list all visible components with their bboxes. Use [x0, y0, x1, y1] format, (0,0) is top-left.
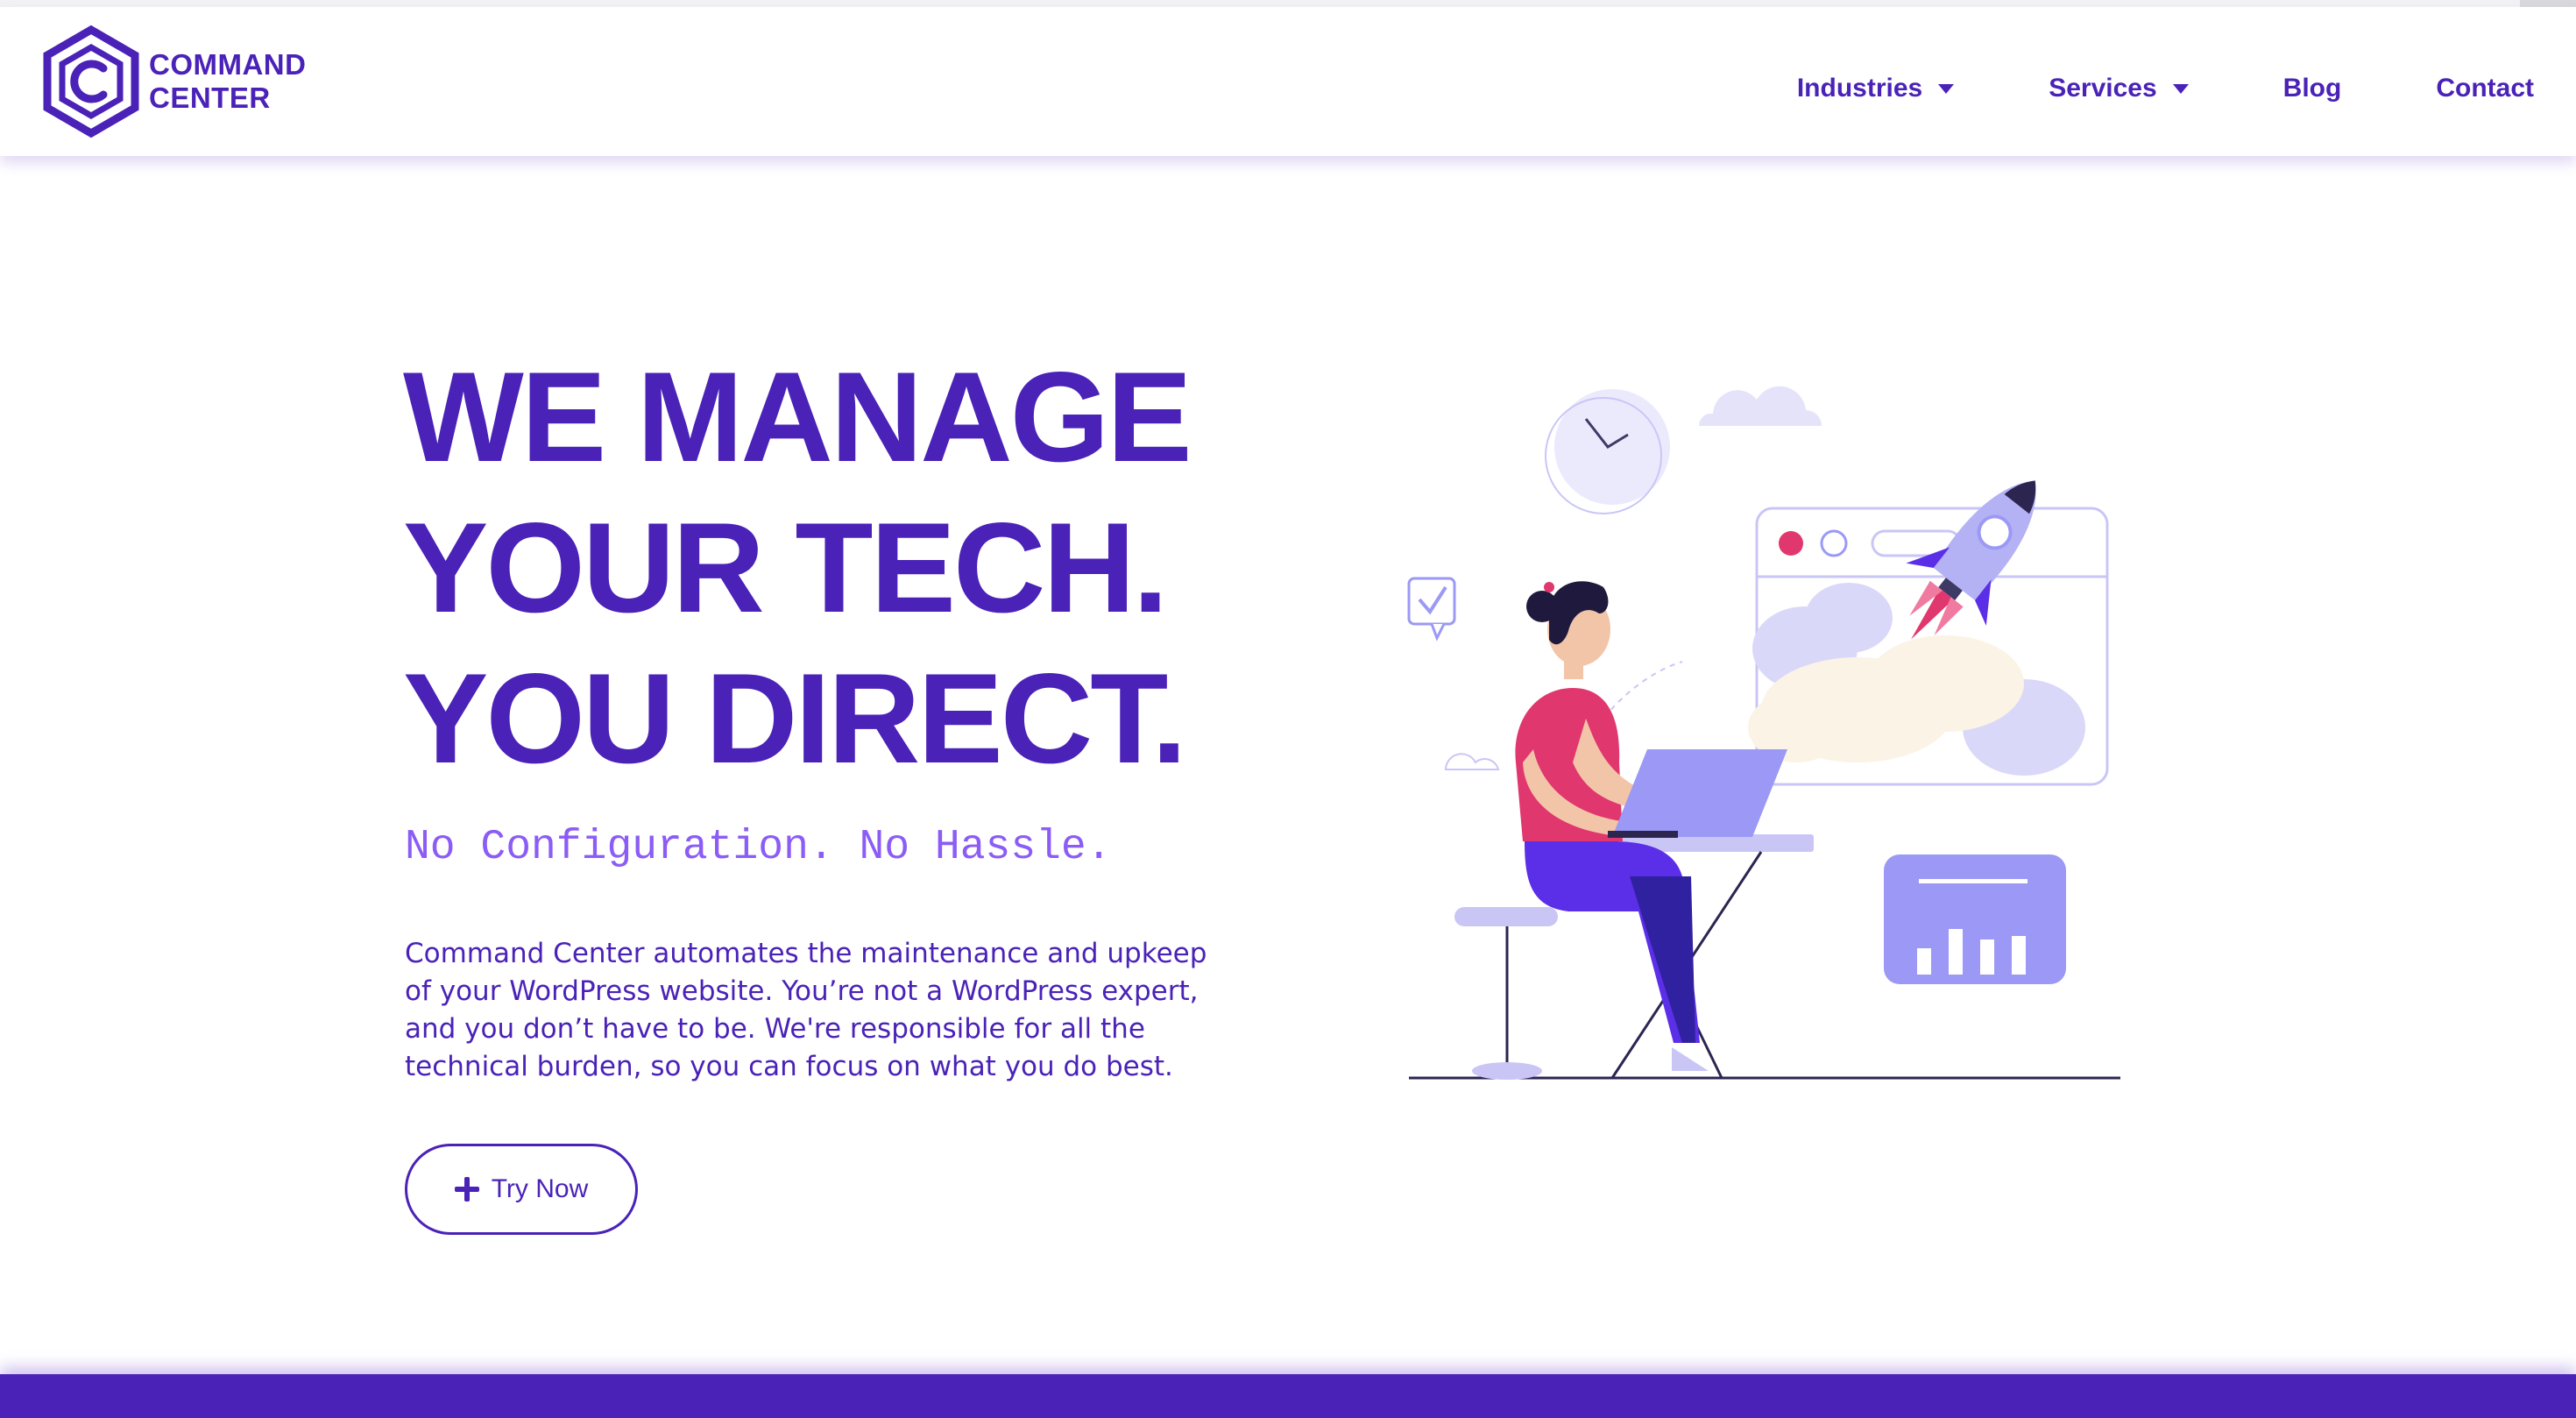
top-strip	[0, 0, 2576, 7]
nav-label-blog: Blog	[2282, 74, 2342, 103]
caret-down-icon	[1938, 83, 1955, 94]
try-now-button[interactable]: Try Now	[405, 1144, 638, 1235]
plus-icon	[454, 1177, 479, 1202]
main-nav: Industries Services Blog Contact	[1702, 68, 2534, 109]
hero-title-line-3: YOU DIRECT.	[403, 647, 1187, 790]
hero-subheading: No Configuration. No Hassle.	[405, 824, 1112, 871]
nav-item-blog[interactable]: Blog	[2283, 74, 2342, 103]
hero-title: WE MANAGE YOUR TECH. YOU DIRECT.	[403, 342, 1244, 794]
brand-wordmark-line1: COMMAND	[149, 48, 307, 81]
nav-label-services: Services	[2049, 74, 2157, 103]
nav-label-contact: Contact	[2436, 74, 2534, 103]
nav-item-contact[interactable]: Contact	[2436, 74, 2534, 103]
scrollbar-thumb[interactable]	[2520, 0, 2576, 7]
hero-title-line-1: WE MANAGE	[403, 345, 1192, 488]
hero-description: Command Center automates the maintenance…	[405, 938, 1207, 1082]
hero-title-line-2: YOUR TECH.	[403, 496, 1168, 639]
brand-logo[interactable]: COMMAND CENTER	[40, 25, 321, 138]
try-now-label: Try Now	[491, 1174, 589, 1203]
nav-item-services[interactable]: Services	[2049, 74, 2189, 103]
small-cloud-icon	[1444, 753, 1500, 770]
nav-item-industries[interactable]: Industries	[1796, 74, 1955, 103]
bar-chart-card-icon	[1884, 854, 2066, 984]
brand-wordmark-line2: CENTER	[149, 82, 271, 114]
cloud-icon	[1698, 386, 1822, 426]
checkmark-bubble-icon	[1407, 577, 1456, 642]
clock-icon	[1545, 389, 1670, 514]
hexagon-c-logo-icon	[43, 25, 139, 138]
nav-label-industries: Industries	[1796, 74, 1923, 103]
footer-band	[0, 1374, 2576, 1418]
laptop-icon	[1608, 749, 1787, 838]
site-header: COMMAND CENTER Industries Services Blog …	[0, 7, 2576, 156]
brand-wordmark: COMMAND CENTER	[149, 48, 306, 115]
caret-down-icon	[2172, 83, 2189, 94]
hero-illustration	[1407, 386, 2120, 1080]
stool-icon	[1454, 907, 1558, 1080]
